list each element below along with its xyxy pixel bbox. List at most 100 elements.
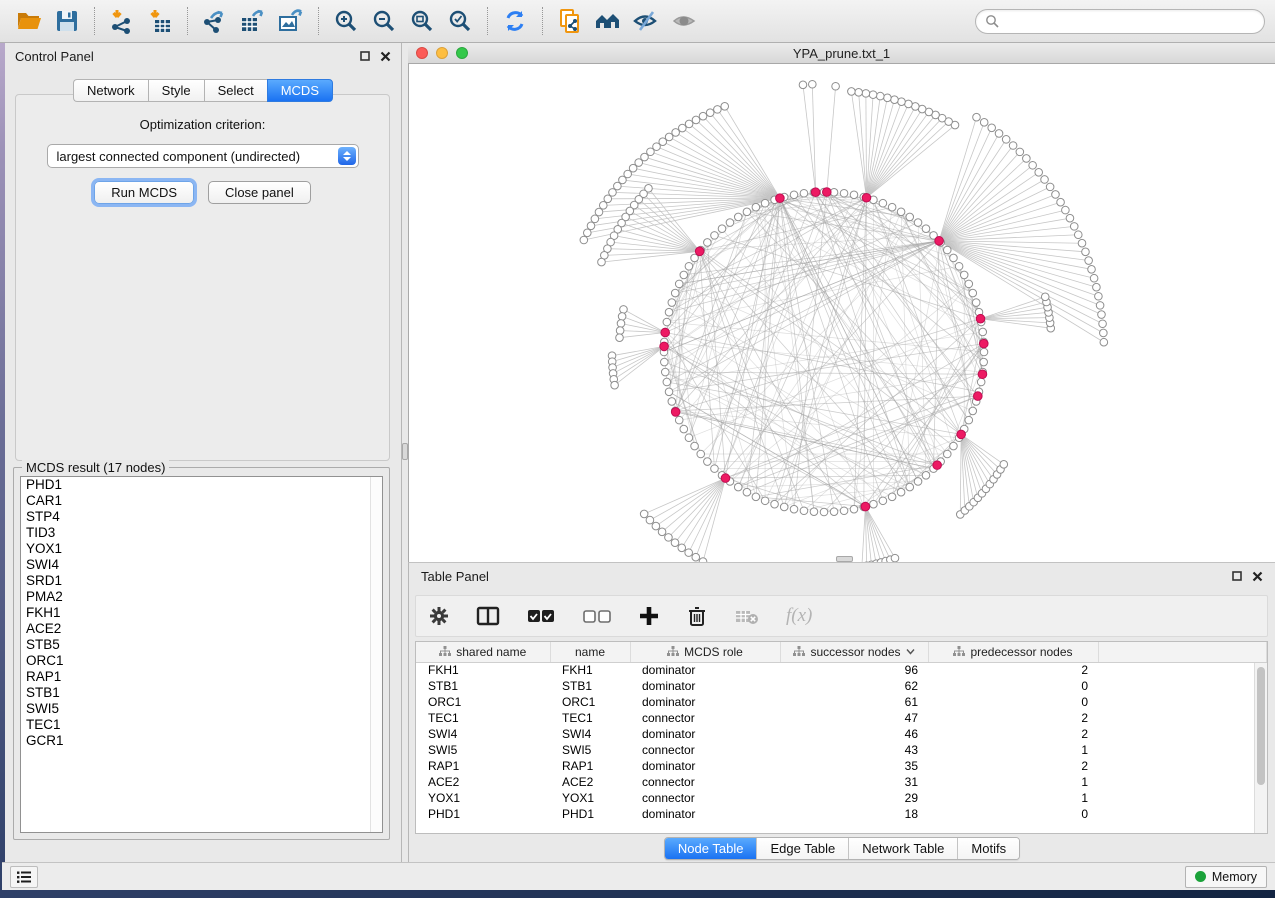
import-table-icon[interactable] (141, 4, 179, 38)
table-row[interactable]: YOX1YOX1connector291 (416, 790, 1267, 806)
tab-motifs[interactable]: Motifs (957, 838, 1019, 859)
mcds-result-item[interactable]: TEC1 (21, 717, 382, 733)
mcds-result-item[interactable]: ORC1 (21, 653, 382, 669)
mcds-result-item[interactable]: SWI4 (21, 557, 382, 573)
network-view-canvas[interactable] (408, 64, 1275, 562)
zoom-selected-icon[interactable] (441, 4, 479, 38)
zoom-in-icon[interactable] (327, 4, 365, 38)
mcds-result-item[interactable]: SRD1 (21, 573, 382, 589)
column-header-successor-nodes[interactable]: successor nodes (780, 642, 928, 662)
search-box[interactable] (975, 9, 1265, 34)
export-table-icon[interactable] (234, 4, 272, 38)
node-table[interactable]: shared namenameMCDS rolesuccessor nodes p… (415, 641, 1268, 834)
toolbar-separator (487, 7, 488, 35)
zoom-out-icon[interactable] (365, 4, 403, 38)
hide-selected-icon[interactable] (627, 4, 665, 38)
mcds-result-item[interactable]: CAR1 (21, 493, 382, 509)
network-graph[interactable] (409, 64, 1275, 562)
zoom-fit-icon[interactable] (403, 4, 441, 38)
table-cell: 96 (780, 662, 928, 678)
task-history-button[interactable] (10, 866, 38, 888)
first-neighbors-icon[interactable] (589, 4, 627, 38)
deselect-all-checkbox-icon[interactable] (582, 605, 612, 627)
shared-column-icon (667, 646, 679, 657)
column-header-mcds-role[interactable]: MCDS role (630, 642, 780, 662)
mcds-result-item[interactable]: PMA2 (21, 589, 382, 605)
apply-layout-icon[interactable] (496, 4, 534, 38)
open-file-icon[interactable] (10, 4, 48, 38)
mcds-result-item[interactable]: RAP1 (21, 669, 382, 685)
column-header-shared-name[interactable]: shared name (416, 642, 550, 662)
table-cell: 35 (780, 758, 928, 774)
main-toolbar (0, 0, 1275, 43)
table-scrollbar[interactable] (1254, 663, 1267, 833)
table-row[interactable]: ACE2ACE2connector311 (416, 774, 1267, 790)
table-panel: Table Panel f(x) shared namenameMCDS rol… (408, 562, 1275, 862)
horizontal-splitter-grip[interactable] (836, 556, 853, 562)
table-row[interactable]: TEC1TEC1connector472 (416, 710, 1267, 726)
save-session-icon[interactable] (48, 4, 86, 38)
export-network-icon[interactable] (196, 4, 234, 38)
delete-column-icon[interactable] (686, 605, 708, 627)
network-window-title: YPA_prune.txt_1 (408, 46, 1275, 61)
mcds-result-item[interactable]: TID3 (21, 525, 382, 541)
table-cell-filler (1098, 790, 1267, 806)
tab-network-table[interactable]: Network Table (848, 838, 957, 859)
add-column-icon[interactable] (638, 605, 660, 627)
column-header-predecessor-nodes[interactable]: predecessor nodes (928, 642, 1098, 662)
tab-edge-table[interactable]: Edge Table (756, 838, 848, 859)
mcds-result-item[interactable]: GCR1 (21, 733, 382, 749)
mcds-result-item[interactable]: FKH1 (21, 605, 382, 621)
table-cell: dominator (630, 694, 780, 710)
table-row[interactable]: RAP1RAP1dominator352 (416, 758, 1267, 774)
select-all-checkbox-icon[interactable] (526, 605, 556, 627)
table-row[interactable]: SWI4SWI4dominator462 (416, 726, 1267, 742)
show-all-icon[interactable] (665, 4, 703, 38)
mcds-result-item[interactable]: PHD1 (21, 477, 382, 493)
tab-style[interactable]: Style (148, 79, 204, 102)
mcds-result-item[interactable]: STB5 (21, 637, 382, 653)
close-panel-icon[interactable] (380, 51, 391, 62)
mcds-result-list[interactable]: PHD1CAR1STP4TID3YOX1SWI4SRD1PMA2FKH1ACE2… (20, 476, 383, 833)
memory-button[interactable]: Memory (1185, 866, 1267, 888)
table-row[interactable]: FKH1FKH1dominator962 (416, 662, 1267, 678)
mcds-result-item[interactable]: STB1 (21, 685, 382, 701)
table-cell: 1 (928, 742, 1098, 758)
mcds-result-item[interactable]: ACE2 (21, 621, 382, 637)
close-panel-button[interactable]: Close panel (208, 181, 311, 204)
export-image-icon[interactable] (272, 4, 310, 38)
mcds-list-scrollbar[interactable] (370, 477, 382, 832)
column-settings-icon[interactable] (428, 605, 450, 627)
new-network-from-selection-icon[interactable] (551, 4, 589, 38)
column-header-name[interactable]: name (550, 642, 630, 662)
table-cell: ORC1 (416, 694, 550, 710)
mcds-result-item[interactable]: YOX1 (21, 541, 382, 557)
import-network-icon[interactable] (103, 4, 141, 38)
table-row[interactable]: PHD1PHD1dominator180 (416, 806, 1267, 822)
search-input[interactable] (1000, 14, 1255, 28)
float-panel-icon[interactable] (360, 51, 370, 61)
table-scrollbar-thumb[interactable] (1257, 667, 1265, 785)
mcds-result-item[interactable]: SWI5 (21, 701, 382, 717)
tab-mcds[interactable]: MCDS (267, 79, 333, 102)
float-panel-icon[interactable] (1232, 571, 1242, 581)
table-row[interactable]: SWI5SWI5connector431 (416, 742, 1267, 758)
table-row[interactable]: ORC1ORC1dominator610 (416, 694, 1267, 710)
column-header-label: predecessor nodes (970, 645, 1072, 659)
table-cell: 62 (780, 678, 928, 694)
delete-table-icon[interactable] (734, 605, 760, 627)
table-cell: 61 (780, 694, 928, 710)
control-panel: Control Panel NetworkStyleSelectMCDS Opt… (5, 43, 402, 862)
run-mcds-button[interactable]: Run MCDS (94, 181, 194, 204)
criterion-dropdown[interactable]: largest connected component (undirected) (47, 144, 359, 168)
tab-select[interactable]: Select (204, 79, 267, 102)
function-builder-icon[interactable]: f(x) (786, 605, 812, 627)
table-row[interactable]: STB1STB1dominator620 (416, 678, 1267, 694)
table-cell: dominator (630, 806, 780, 822)
split-table-icon[interactable] (476, 605, 500, 627)
mcds-result-item[interactable]: STP4 (21, 509, 382, 525)
tab-node-table[interactable]: Node Table (665, 838, 757, 859)
close-panel-icon[interactable] (1252, 571, 1263, 582)
network-window-titlebar[interactable]: YPA_prune.txt_1 (408, 43, 1275, 64)
tab-network[interactable]: Network (73, 79, 148, 102)
